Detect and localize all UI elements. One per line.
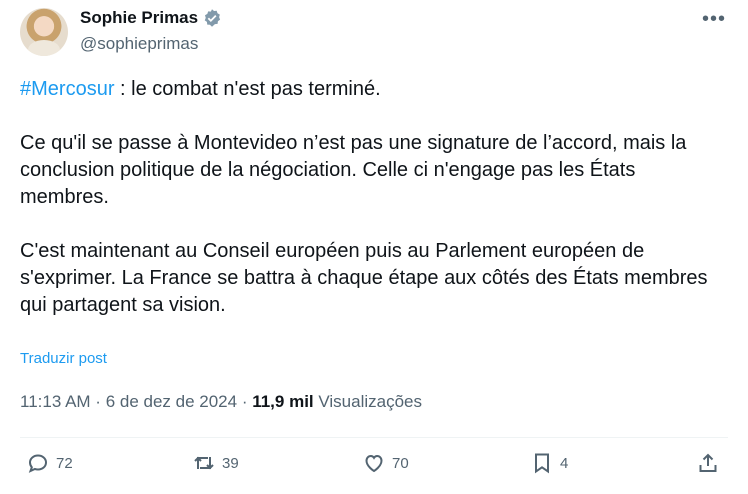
action-bar: 72 39 70 4 — [0, 451, 748, 481]
bookmark-count: 4 — [560, 454, 569, 472]
reply-button[interactable]: 72 — [26, 451, 73, 475]
post-text-line1: : le combat n'est pas terminé. — [114, 78, 381, 100]
post-text-body: Ce qu'il se passe à Montevideo n’est pas… — [20, 132, 708, 316]
post-time[interactable]: 11:13 AM — [20, 392, 91, 411]
repost-icon — [194, 456, 214, 470]
post-date[interactable]: 6 de dez de 2024 — [106, 392, 237, 411]
bookmark-button[interactable]: 4 — [530, 451, 568, 475]
more-dots-icon[interactable]: ••• — [702, 8, 726, 31]
divider — [20, 437, 728, 438]
avatar[interactable] — [20, 8, 68, 56]
views-label: Visualizações — [313, 392, 422, 411]
heart-icon — [365, 454, 383, 473]
like-button[interactable]: 70 — [362, 451, 409, 475]
reply-count: 72 — [56, 454, 73, 472]
author-handle[interactable]: @sophieprimas — [80, 34, 198, 54]
share-icon — [699, 453, 717, 472]
share-button[interactable] — [696, 451, 720, 475]
repost-count: 39 — [222, 454, 239, 472]
like-count: 70 — [392, 454, 409, 472]
author-name[interactable]: Sophie Primas — [80, 8, 198, 28]
reply-icon — [28, 454, 48, 473]
meta-separator: · — [90, 392, 106, 411]
bookmark-icon — [535, 453, 549, 474]
author-name-row[interactable]: Sophie Primas — [80, 8, 222, 28]
translate-post-link[interactable]: Traduzir post — [20, 350, 107, 367]
views-count: 11,9 mil — [252, 392, 314, 411]
meta-separator: · — [237, 392, 253, 411]
hashtag-link[interactable]: #Mercosur — [20, 78, 114, 100]
verified-badge-icon — [204, 9, 221, 27]
avatar-shoulders — [28, 40, 60, 56]
post-meta: 11:13 AM · 6 de dez de 2024 · 11,9 mil V… — [20, 392, 422, 412]
repost-button[interactable]: 39 — [192, 451, 239, 475]
post-text: #Mercosur : le combat n'est pas terminé.… — [20, 76, 720, 319]
